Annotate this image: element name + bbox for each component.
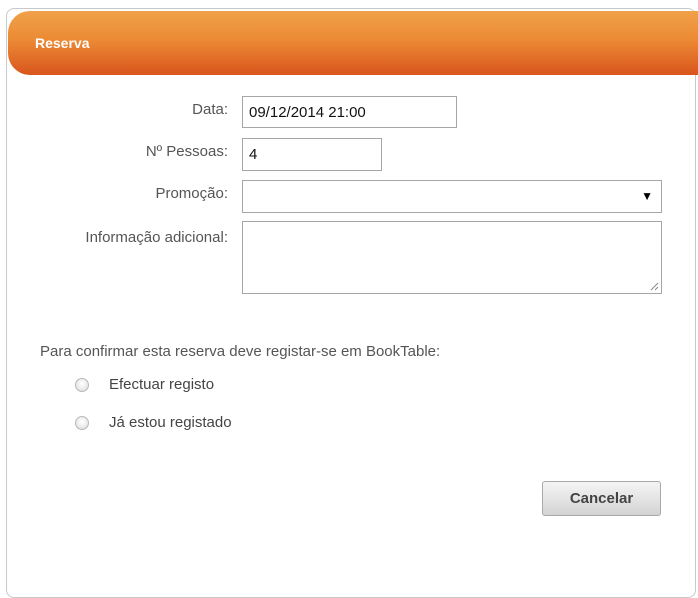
info-label: Informação adicional: xyxy=(85,229,228,246)
radio-button[interactable] xyxy=(75,416,89,430)
people-label: Nº Pessoas: xyxy=(145,143,228,160)
info-textarea[interactable] xyxy=(242,221,662,294)
date-label: Data: xyxy=(192,101,228,118)
dialog-header: Reserva xyxy=(8,11,698,75)
promo-label: Promoção: xyxy=(155,185,228,202)
radio-button[interactable] xyxy=(75,378,89,392)
resize-grip-icon[interactable] xyxy=(649,281,659,291)
radio-label: Já estou registado xyxy=(109,414,232,431)
registration-prompt: Para confirmar esta reserva deve regista… xyxy=(40,343,441,360)
cancel-button[interactable]: Cancelar xyxy=(542,481,661,516)
radio-label: Efectuar registo xyxy=(109,376,215,393)
promo-select[interactable]: ▼ xyxy=(242,180,662,213)
chevron-down-icon: ▼ xyxy=(641,189,653,203)
date-input[interactable] xyxy=(242,96,457,128)
people-input[interactable] xyxy=(242,138,382,171)
dialog-title: Reserva xyxy=(35,35,90,51)
